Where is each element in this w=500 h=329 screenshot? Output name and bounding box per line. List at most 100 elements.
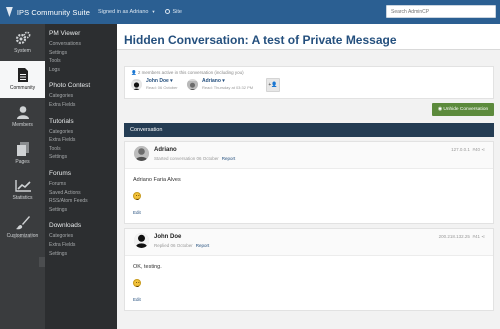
smiley-icon (133, 192, 141, 200)
page-header: Hidden Conversation: A test of Private M… (117, 24, 500, 50)
share-icon[interactable]: ⋖ (481, 147, 485, 152)
submenu-heading: Tutorials (49, 117, 74, 125)
gears-icon (15, 31, 30, 45)
post-date: Replied 06 October (154, 243, 193, 248)
submenu-link[interactable]: Extra Fields (49, 241, 117, 250)
post-body: OK, testing. Edit (125, 256, 493, 310)
post-author[interactable]: Adriano (154, 147, 177, 153)
submenu-heading: Downloads (49, 222, 82, 230)
nav-pages[interactable]: Pages (0, 135, 45, 172)
post-number[interactable]: #41 (472, 234, 480, 239)
submenu-link[interactable]: Extra Fields (49, 101, 117, 110)
restore-label: Restore (16, 234, 33, 239)
brush-icon (15, 216, 30, 230)
caret-down-icon: ▼ (151, 9, 156, 14)
submenu-link[interactable]: Forums (49, 180, 117, 189)
participant-adriano[interactable]: Adriano ▾ Read: Thursday at 03:32 PM (187, 78, 253, 90)
nav-statistics-label: Statistics (12, 195, 33, 201)
user-plus-icon: + (268, 82, 272, 88)
post-ip-info: 200.218.132.25 #41 ⋖ (439, 234, 485, 240)
post-meta: Started conversation 06 October Report (154, 156, 235, 161)
restore-menu-link[interactable]: ◀ Restore (0, 234, 45, 240)
ips-logo-icon (6, 7, 13, 17)
nav-members-label: Members (12, 122, 33, 128)
message-post: John Doe Replied 06 October Report 200.21… (124, 228, 494, 311)
avatar[interactable] (134, 233, 149, 248)
nav-system-label: System (14, 48, 31, 54)
site-link[interactable]: Site (165, 9, 182, 15)
nav-community[interactable]: Community (0, 61, 45, 98)
nav-system[interactable]: System (0, 24, 45, 61)
message-post: Adriano Started conversation 06 October R… (124, 141, 494, 224)
submenu-link[interactable]: Settings (49, 206, 117, 215)
nav-members[interactable]: Members (0, 98, 45, 135)
submenu-group-forums: Forums Forums Saved Actions RSS/Atom Fee… (45, 170, 117, 214)
members-count: 👤 2 members active in this conversation … (131, 70, 244, 75)
nav-community-label: Community (9, 85, 36, 91)
report-link[interactable]: Report (196, 243, 210, 248)
participant-name: Adriano ▾ (202, 78, 225, 84)
post-ip-info: 127.0.0.1 #40 ⋖ (451, 147, 485, 153)
post-body: Adriano Faria Alves Edit (125, 169, 493, 223)
post-ip[interactable]: 127.0.0.1 (451, 147, 470, 152)
submenu-link[interactable]: Logs (49, 66, 117, 75)
unhide-conversation-button[interactable]: ◉ Unhide Conversation (432, 103, 494, 116)
participants-box: 👤 2 members active in this conversation … (124, 66, 494, 99)
post-text: OK, testing. (133, 264, 162, 270)
edit-link[interactable]: Edit (133, 210, 485, 215)
silhouette-icon (131, 80, 142, 90)
submenu-heading: Photo Contest (49, 82, 91, 90)
document-icon (17, 68, 28, 82)
account-menu-label: Signed in as Adriano (98, 9, 149, 15)
submenu-link[interactable]: Categories (49, 232, 117, 241)
user-photo-icon (187, 80, 198, 90)
post-meta: Replied 06 October Report (154, 243, 209, 248)
avatar (131, 78, 142, 90)
page-title: Hidden Conversation: A test of Private M… (124, 33, 397, 47)
submenu-link[interactable]: RSS/Atom Feeds (49, 197, 117, 206)
pages-icon (16, 142, 29, 156)
edit-link[interactable]: Edit (133, 297, 485, 302)
post-text: Adriano Faria Alves (133, 177, 181, 183)
submenu-link[interactable]: Categories (49, 92, 117, 101)
nav-statistics[interactable]: Statistics (0, 172, 45, 209)
participant-name-text: Adriano (202, 78, 221, 84)
submenu-link[interactable]: Tools (49, 145, 117, 154)
post-header: John Doe Replied 06 October Report 200.21… (125, 229, 493, 256)
section-submenu: PM Viewer Conversations Settings Tools L… (45, 24, 117, 329)
post-ip[interactable]: 200.218.132.25 (439, 234, 470, 239)
search-input[interactable] (386, 5, 496, 18)
brand-logo[interactable]: IPS Community Suite (0, 7, 90, 17)
silhouette-icon (134, 233, 149, 248)
report-link[interactable]: Report (222, 156, 236, 161)
submenu-link[interactable]: Settings (49, 250, 117, 259)
user-photo-icon (134, 146, 149, 161)
conversation-header: Conversation (124, 123, 494, 137)
post-author[interactable]: John Doe (154, 234, 181, 240)
submenu-link[interactable]: Conversations (49, 40, 117, 49)
submenu-group-pm-viewer: PM Viewer Conversations Settings Tools L… (45, 30, 117, 74)
members-count-text: 2 members active in this conversation (i… (137, 70, 244, 75)
top-bar: IPS Community Suite Signed in as Adriano… (0, 0, 500, 24)
submenu-link[interactable]: Settings (49, 153, 117, 162)
add-participant-button[interactable]: +👤 (266, 78, 280, 92)
submenu-link[interactable]: Saved Actions (49, 189, 117, 198)
participant-john-doe[interactable]: John Doe ▾ Read: 06 October (131, 78, 178, 90)
participant-name-text: John Doe (146, 78, 169, 84)
participant-read-status: Read: 06 October (146, 85, 178, 90)
avatar[interactable] (134, 146, 149, 161)
nav-customization[interactable]: Customization (0, 209, 45, 246)
share-icon[interactable]: ⋖ (481, 234, 485, 239)
submenu-link[interactable]: Categories (49, 128, 117, 137)
submenu-group-photo-contest: Photo Contest Categories Extra Fields (45, 82, 117, 109)
post-header: Adriano Started conversation 06 October R… (125, 142, 493, 169)
submenu-link[interactable]: Extra Fields (49, 136, 117, 145)
main-content: Hidden Conversation: A test of Private M… (117, 24, 500, 329)
nav-pages-label: Pages (15, 159, 30, 165)
submenu-link[interactable]: Settings (49, 49, 117, 58)
account-menu[interactable]: Signed in as Adriano ▼ (98, 9, 155, 15)
post-number[interactable]: #40 (472, 147, 480, 152)
globe-icon (165, 9, 171, 14)
submenu-link[interactable]: Tools (49, 57, 117, 66)
participant-read-status: Read: Thursday at 03:32 PM (202, 85, 254, 90)
